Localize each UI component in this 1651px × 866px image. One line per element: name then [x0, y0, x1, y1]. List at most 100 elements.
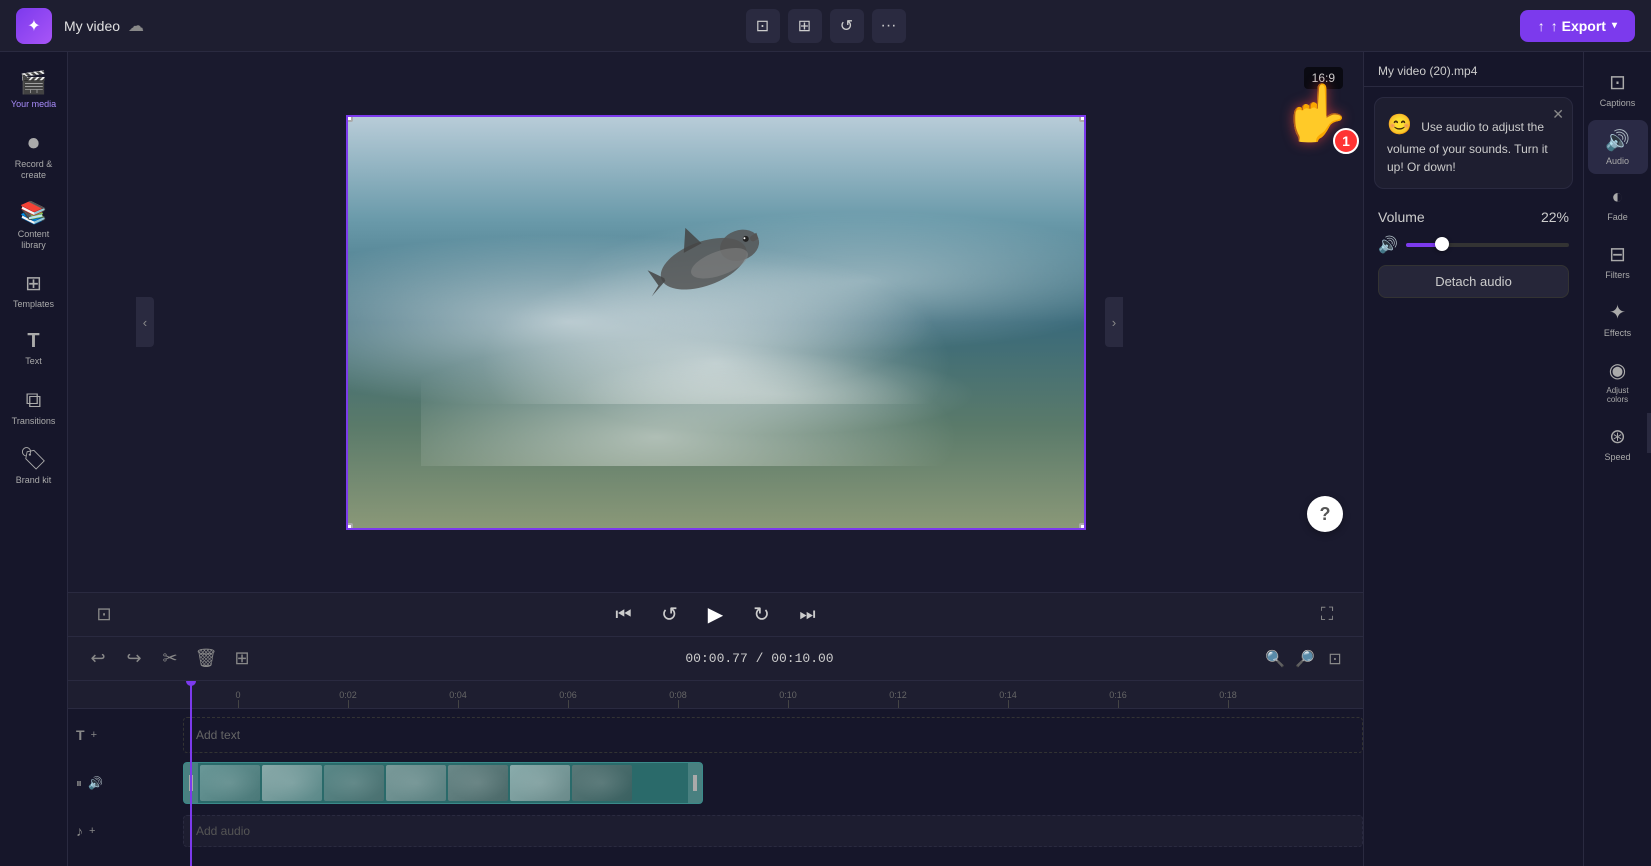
right-sidebar-audio[interactable]: 🔊 Audio [1588, 120, 1648, 174]
audio-track-label: ♪ + [68, 823, 183, 839]
frame-thumb-1 [200, 765, 260, 801]
right-sidebar-filters[interactable]: ⊟ Filters [1588, 234, 1648, 288]
save-frame-button[interactable]: ⊞ [228, 645, 256, 673]
audio-track-row: ♪ + Add audio [68, 809, 1363, 853]
frame-thumb-2 [262, 765, 322, 801]
audio-sidebar-icon: 🔊 [1605, 128, 1630, 153]
fade-icon: ◐ [1611, 186, 1623, 209]
sidebar-item-templates[interactable]: ⊞ Templates [4, 263, 64, 318]
volume-slider[interactable] [1406, 243, 1569, 247]
resize-handle-tr[interactable] [1079, 115, 1086, 122]
sidebar-item-record[interactable]: ⏺ Record &create [4, 122, 64, 189]
skip-back-button[interactable]: ⏮ [608, 599, 640, 631]
ruler-mark-4: 0:04 [403, 690, 513, 708]
undo-button[interactable]: ↩ [84, 645, 112, 673]
delete-button[interactable]: 🗑 [192, 645, 220, 673]
video-frame[interactable] [346, 115, 1086, 530]
right-sidebar-fade[interactable]: ◐ Fade [1588, 178, 1648, 230]
fit-button[interactable]: ⊡ [1323, 647, 1347, 671]
volume-label: Volume [1378, 209, 1425, 225]
adjust-colors-icon: ◉ [1609, 358, 1626, 383]
text-track-icon: T [76, 727, 85, 743]
skip-forward-button[interactable]: ⏭ [792, 599, 824, 631]
sidebar-item-text[interactable]: T Text [4, 322, 64, 375]
sidebar-item-transitions[interactable]: ⧉ Transitions [4, 379, 64, 435]
ruler-mark-12: 0:12 [843, 690, 953, 708]
timeline-ruler: 0 0:02 0:04 0:06 [68, 681, 1363, 709]
more-button[interactable]: ··· [872, 9, 906, 43]
add-audio-label: + [89, 825, 95, 837]
transitions-icon: ⧉ [26, 387, 42, 413]
content-library-icon: 📚 [20, 200, 47, 226]
sidebar-collapse-button[interactable]: › [1647, 413, 1651, 453]
right-sidebar-speed[interactable]: ⊛ Speed [1588, 416, 1648, 470]
resize-handle-bl[interactable] [346, 523, 353, 530]
ruler-mark-8: 0:08 [623, 690, 733, 708]
crop-button[interactable]: ⊡ [746, 9, 780, 43]
clip-handle-right[interactable] [688, 763, 702, 803]
timeline-content[interactable]: 0 0:02 0:04 0:06 [68, 681, 1363, 866]
timeline-toolbar: ↩ ↪ ✂ 🗑 ⊞ 00:00.77 / 00:10.00 🔍 🔎 ⊡ [68, 637, 1363, 681]
export-icon: ↑ [1538, 18, 1545, 34]
music-icon: ♪ [76, 823, 83, 839]
left-sidebar: 🎬 Your media ⏺ Record &create 📚 Contentl… [0, 52, 68, 866]
right-sidebar-effects[interactable]: ✦ Effects [1588, 292, 1648, 346]
add-text-track[interactable]: Add text [183, 717, 1363, 753]
volume-speaker-icon: 🔊 [1378, 235, 1398, 255]
cut-button[interactable]: ✂ [156, 645, 184, 673]
rotate-button[interactable]: ↺ [830, 9, 864, 43]
ruler-mark-16: 0:16 [1063, 690, 1173, 708]
clip-right-handle-icon [693, 775, 697, 791]
fullscreen-button[interactable]: ⛶ [1311, 599, 1343, 631]
frame-thumb-3 [324, 765, 384, 801]
frame-thumb-4 [386, 765, 446, 801]
volume-slider-row: 🔊 [1378, 235, 1569, 255]
resize-handle-tl[interactable] [346, 115, 353, 122]
add-text-label: + [91, 729, 97, 741]
text-icon: T [27, 330, 39, 353]
export-chevron-icon: ▾ [1612, 20, 1617, 31]
ruler-mark-6: 0:06 [513, 690, 623, 708]
panel-file-name: My video (20).mp4 [1378, 64, 1569, 78]
right-sidebar-captions[interactable]: ⊡ Captions [1588, 62, 1648, 116]
play-button[interactable]: ▶ [700, 599, 732, 631]
frame-button[interactable]: ⊞ [788, 9, 822, 43]
expand-right-button[interactable]: › [1105, 297, 1123, 347]
tooltip-emoji: 😊 [1387, 114, 1412, 136]
export-button[interactable]: ↑ ↑ Export ▾ [1520, 10, 1635, 42]
sidebar-item-brand[interactable]: 🏷 Brand kit [4, 438, 64, 494]
frame-thumb-6 [510, 765, 570, 801]
screen-icon-button[interactable]: ⊡ [88, 599, 120, 631]
detach-audio-button[interactable]: Detach audio [1378, 265, 1569, 298]
app-logo: ✦ [16, 8, 52, 44]
ruler-mark-18: 0:18 [1173, 690, 1283, 708]
right-panel: My video (20).mp4 ✕ 😊 Use audio to adjus… [1363, 52, 1583, 866]
resize-handle-br[interactable] [1079, 523, 1086, 530]
redo-button[interactable]: ↪ [120, 645, 148, 673]
forward-button[interactable]: ↻ [746, 599, 778, 631]
ruler-mark-14: 0:14 [953, 690, 1063, 708]
tooltip-close-button[interactable]: ✕ [1552, 106, 1564, 123]
volume-section: Volume 22% 🔊 [1364, 199, 1583, 265]
record-icon: ⏺ [28, 130, 39, 156]
zoom-out-button[interactable]: 🔍 [1263, 647, 1287, 671]
slider-thumb[interactable] [1435, 237, 1449, 251]
frame-thumb-5 [448, 765, 508, 801]
playback-bar: ⊡ ⏮ ↺ ▶ ↻ ⏭ ⛶ [68, 592, 1363, 636]
your-media-icon: 🎬 [20, 70, 47, 96]
sidebar-item-your-media[interactable]: 🎬 Your media [4, 62, 64, 118]
timeline-playhead[interactable] [190, 681, 192, 866]
cloud-save-icon: ☁ [128, 16, 144, 36]
zoom-controls: 🔍 🔎 ⊡ [1263, 647, 1347, 671]
audio-track[interactable]: Add audio [183, 815, 1363, 847]
templates-icon: ⊞ [25, 271, 42, 296]
video-clip[interactable] [183, 762, 703, 804]
zoom-in-button[interactable]: 🔎 [1293, 647, 1317, 671]
rewind-button[interactable]: ↺ [654, 599, 686, 631]
speed-icon: ⊛ [1609, 424, 1626, 449]
help-button[interactable]: ? [1307, 496, 1343, 532]
right-panel-header: My video (20).mp4 [1364, 52, 1583, 87]
right-sidebar-adjust-colors[interactable]: ◉ Adjustcolors [1588, 350, 1648, 412]
sidebar-item-content-library[interactable]: 📚 Contentlibrary [4, 192, 64, 259]
expand-left-button[interactable]: ‹ [136, 297, 154, 347]
